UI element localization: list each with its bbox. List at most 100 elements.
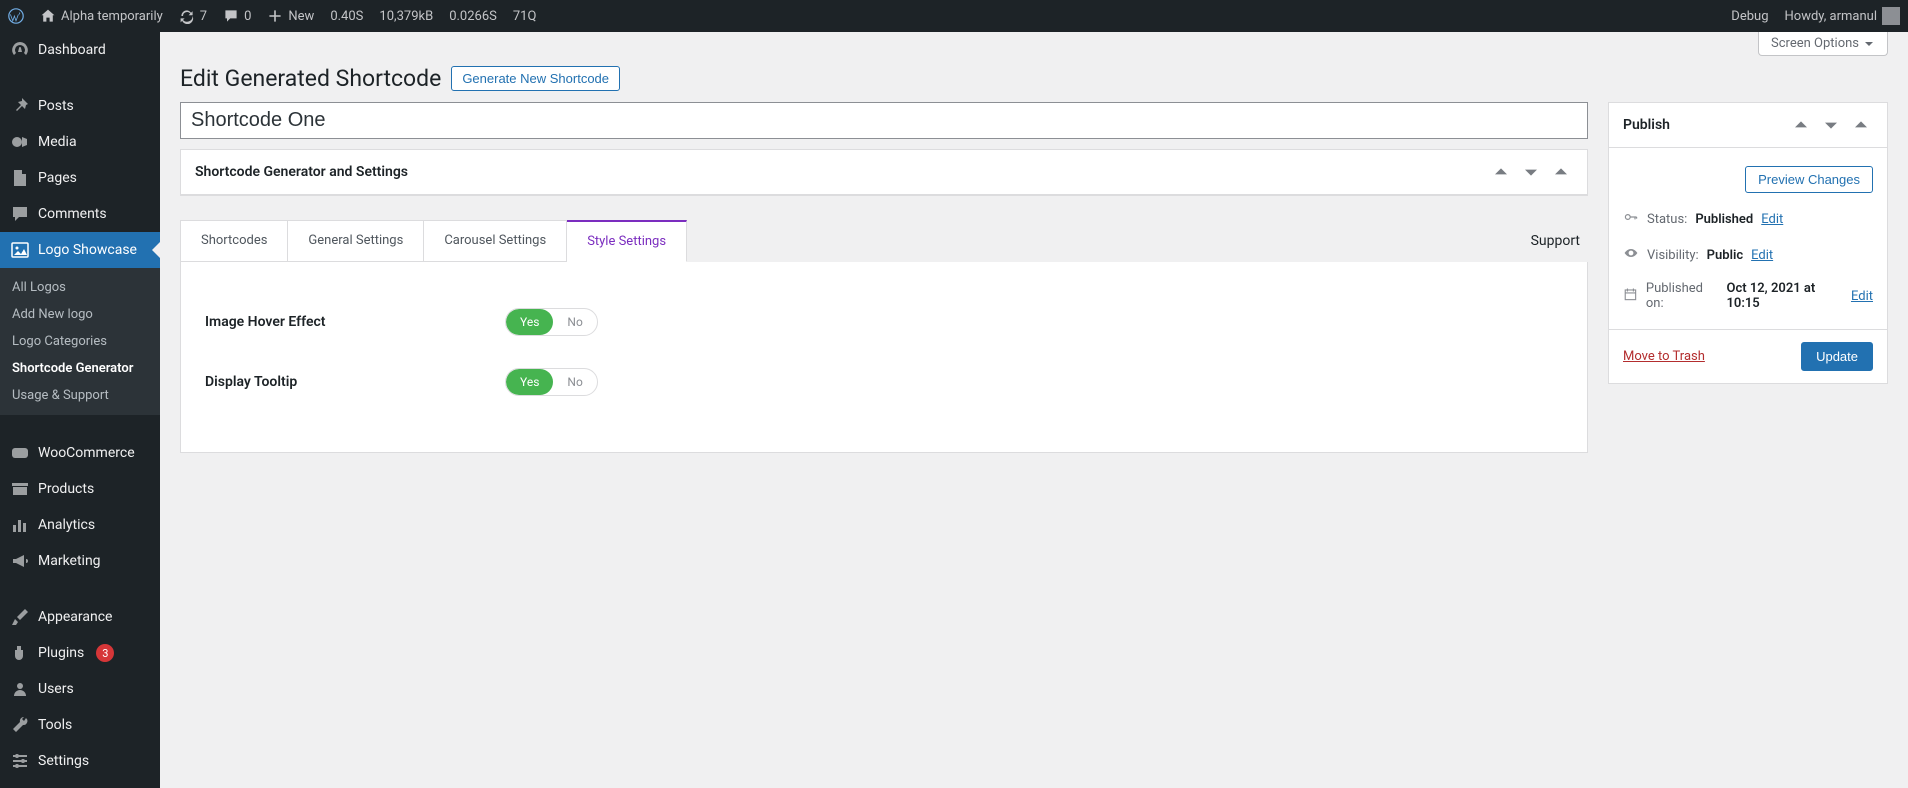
published-label: Published on:	[1646, 281, 1719, 311]
edit-status-link[interactable]: Edit	[1761, 212, 1783, 227]
edit-visibility-link[interactable]: Edit	[1751, 248, 1773, 263]
move-down-button[interactable]	[1519, 160, 1543, 184]
archive-icon	[10, 479, 30, 499]
publish-status: Status: Published Edit	[1623, 201, 1873, 237]
move-up-button[interactable]	[1789, 113, 1813, 137]
menu-tools[interactable]: Tools	[0, 707, 160, 743]
setting-image-hover-effect: Image Hover Effect Yes No	[205, 292, 1563, 352]
preview-changes-button[interactable]: Preview Changes	[1745, 166, 1873, 193]
megaphone-icon	[10, 551, 30, 571]
submenu-add-new-logo[interactable]: Add New logo	[0, 301, 160, 328]
dashboard-icon	[10, 40, 30, 60]
metabox-title: Shortcode Generator and Settings	[195, 164, 408, 180]
comments-link[interactable]: 0	[215, 0, 259, 32]
menu-label: Posts	[38, 98, 74, 114]
debug-link[interactable]: Debug	[1723, 0, 1776, 32]
tab-carousel-settings[interactable]: Carousel Settings	[424, 220, 567, 262]
setting-label: Display Tooltip	[205, 374, 465, 390]
menu-analytics[interactable]: Analytics	[0, 507, 160, 543]
shortcode-settings-metabox: Shortcode Generator and Settings	[180, 149, 1588, 196]
perf-size[interactable]: 10,379kB	[371, 0, 441, 32]
toggle-panel-button[interactable]	[1849, 113, 1873, 137]
publish-visibility: Visibility: Public Edit	[1623, 237, 1873, 273]
update-button[interactable]: Update	[1801, 342, 1873, 371]
menu-woocommerce[interactable]: WooCommerce	[0, 435, 160, 471]
menu-users[interactable]: Users	[0, 671, 160, 707]
toggle-yes[interactable]: Yes	[506, 309, 553, 335]
chart-bar-icon	[10, 515, 30, 535]
menu-label: Dashboard	[38, 42, 106, 58]
setting-label: Image Hover Effect	[205, 314, 465, 330]
toggle-no[interactable]: No	[553, 309, 596, 335]
publish-actions: Move to Trash Update	[1609, 329, 1887, 383]
site-name-link[interactable]: Alpha temporarily	[32, 0, 171, 32]
menu-label: Settings	[38, 753, 89, 769]
tab-shortcodes[interactable]: Shortcodes	[180, 220, 288, 262]
menu-separator	[0, 779, 160, 788]
screen-options-toggle[interactable]: Screen Options	[1758, 32, 1888, 56]
publish-header: Publish	[1609, 103, 1887, 148]
tab-style-settings[interactable]: Style Settings	[567, 220, 687, 262]
menu-comments[interactable]: Comments	[0, 196, 160, 232]
perf-queries[interactable]: 71Q	[505, 0, 545, 32]
tab-general-settings[interactable]: General Settings	[288, 220, 424, 262]
admin-bar-left: Alpha temporarily 7 0 New 0.40S 10,379kB…	[0, 0, 544, 32]
support-link[interactable]: Support	[1531, 233, 1588, 249]
menu-settings[interactable]: Settings	[0, 743, 160, 779]
move-to-trash-link[interactable]: Move to Trash	[1623, 349, 1705, 364]
toggle-panel-button[interactable]	[1549, 160, 1573, 184]
media-icon	[10, 132, 30, 152]
submenu-shortcode-generator[interactable]: Shortcode Generator	[0, 355, 160, 382]
menu-media[interactable]: Media	[0, 124, 160, 160]
menu-separator	[0, 415, 160, 435]
status-label: Status:	[1647, 212, 1687, 227]
howdy-text: Howdy, armanul	[1785, 9, 1878, 24]
submenu-logo-categories[interactable]: Logo Categories	[0, 328, 160, 355]
image-hover-toggle[interactable]: Yes No	[505, 308, 598, 336]
move-down-button[interactable]	[1819, 113, 1843, 137]
menu-products[interactable]: Products	[0, 471, 160, 507]
display-tooltip-toggle[interactable]: Yes No	[505, 368, 598, 396]
plugin-icon	[10, 643, 30, 663]
post-title-input[interactable]	[180, 102, 1588, 139]
metabox-header: Shortcode Generator and Settings	[181, 150, 1587, 195]
menu-posts[interactable]: Posts	[0, 88, 160, 124]
menu-label: WooCommerce	[38, 445, 135, 461]
chevron-down-icon	[1863, 38, 1875, 50]
edit-date-link[interactable]: Edit	[1851, 289, 1873, 304]
page-header: Edit Generated Shortcode Generate New Sh…	[160, 56, 1908, 102]
move-up-button[interactable]	[1489, 160, 1513, 184]
handle-actions	[1789, 113, 1873, 137]
page-title: Edit Generated Shortcode	[180, 65, 441, 92]
perf-dur[interactable]: 0.0266S	[441, 0, 505, 32]
menu-separator	[0, 68, 160, 88]
sliders-icon	[10, 751, 30, 771]
toggle-yes[interactable]: Yes	[506, 369, 553, 395]
wp-logo[interactable]	[0, 0, 32, 32]
publish-metabox: Publish Preview Changes Status: Publish	[1608, 102, 1888, 384]
menu-dashboard[interactable]: Dashboard	[0, 32, 160, 68]
generate-new-shortcode-button[interactable]: Generate New Shortcode	[451, 66, 620, 91]
submenu-all-logos[interactable]: All Logos	[0, 274, 160, 301]
menu-label: Logo Showcase	[38, 242, 137, 258]
new-content-link[interactable]: New	[259, 0, 322, 32]
body-wrap: Shortcode Generator and Settings Shortco…	[160, 102, 1908, 473]
menu-label: Appearance	[38, 609, 112, 625]
toggle-no[interactable]: No	[553, 369, 596, 395]
menu-appearance[interactable]: Appearance	[0, 599, 160, 635]
menu-marketing[interactable]: Marketing	[0, 543, 160, 579]
menu-pages[interactable]: Pages	[0, 160, 160, 196]
menu-plugins[interactable]: Plugins 3	[0, 635, 160, 671]
woocommerce-icon	[10, 443, 30, 463]
menu-separator	[0, 579, 160, 599]
new-label: New	[288, 9, 314, 24]
style-settings-panel: Image Hover Effect Yes No Display Toolti…	[180, 262, 1588, 453]
tabs-row: Shortcodes General Settings Carousel Set…	[180, 220, 1588, 262]
submenu-usage-support[interactable]: Usage & Support	[0, 382, 160, 409]
my-account[interactable]: Howdy, armanul	[1777, 0, 1908, 32]
handle-actions	[1489, 160, 1573, 184]
updates-link[interactable]: 7	[171, 0, 215, 32]
menu-logo-showcase[interactable]: Logo Showcase	[0, 232, 160, 268]
comments-count: 0	[244, 9, 251, 24]
perf-time[interactable]: 0.40S	[322, 0, 371, 32]
